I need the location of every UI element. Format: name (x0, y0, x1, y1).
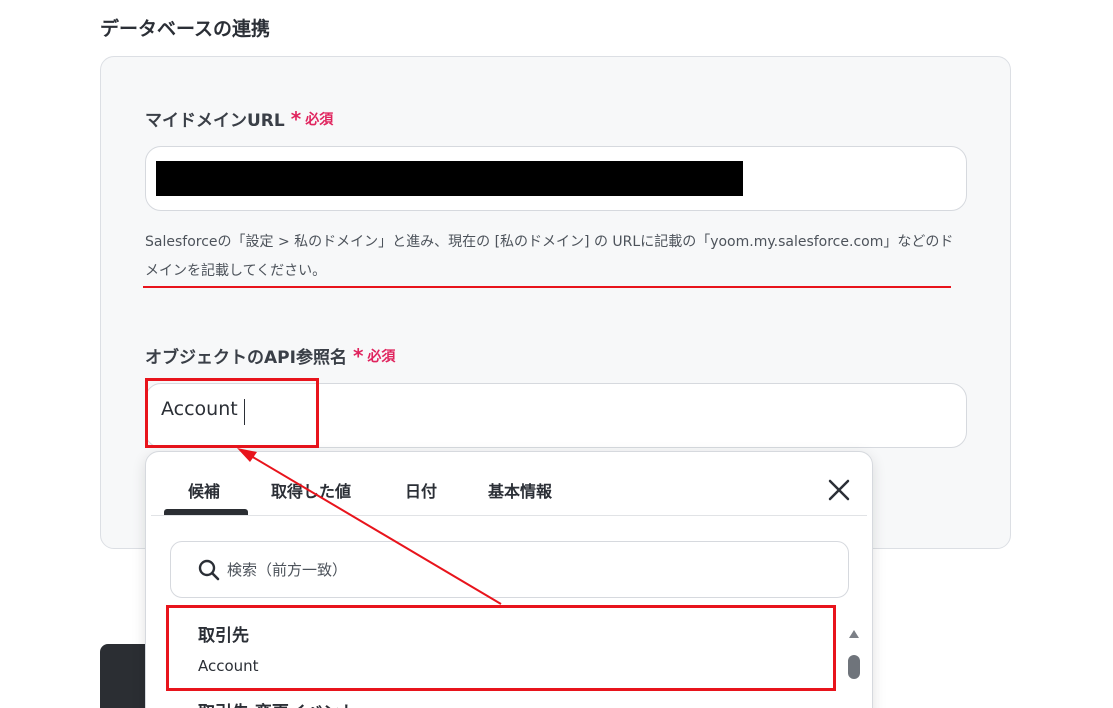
tab-date[interactable]: 日付 (405, 478, 437, 502)
required-star: * (352, 343, 364, 368)
required-badge: 必須 (305, 111, 334, 128)
search-input[interactable]: 検索（前方一致） (170, 541, 849, 598)
tab-acquired-values[interactable]: 取得した値 (271, 478, 351, 502)
required-star: * (290, 106, 302, 131)
scroll-up-icon[interactable] (849, 630, 859, 638)
annotation-underline (143, 286, 951, 288)
page: データベースの連携 マイドメインURL * 必須 Salesforceの「設定 … (0, 0, 1113, 708)
required-badge: 必須 (367, 348, 396, 365)
domain-help-text: Salesforceの「設定 > 私のドメイン」と進み、現在の [私のドメイン]… (145, 234, 954, 279)
domain-url-label-text: マイドメインURL (145, 111, 285, 131)
tab-divider (151, 515, 867, 516)
object-api-label-text: オブジェクトのAPI参照名 (145, 348, 347, 368)
redacted-value (156, 161, 743, 196)
search-placeholder: 検索（前方一致） (227, 561, 348, 579)
annotation-box-input (145, 378, 319, 448)
domain-url-label: マイドメインURL * 必須 (145, 106, 334, 132)
section-title: データベースの連携 (100, 18, 271, 40)
scrollbar-thumb[interactable] (848, 655, 860, 679)
search-icon (198, 559, 220, 581)
object-api-label: オブジェクトのAPI参照名 * 必須 (145, 343, 396, 369)
tab-candidates[interactable]: 候補 (188, 478, 220, 502)
annotation-box-option (166, 605, 836, 691)
list-item[interactable]: 取引先 変更イベント (198, 698, 357, 708)
close-icon[interactable] (825, 476, 853, 504)
tab-basic-info[interactable]: 基本情報 (488, 478, 552, 502)
